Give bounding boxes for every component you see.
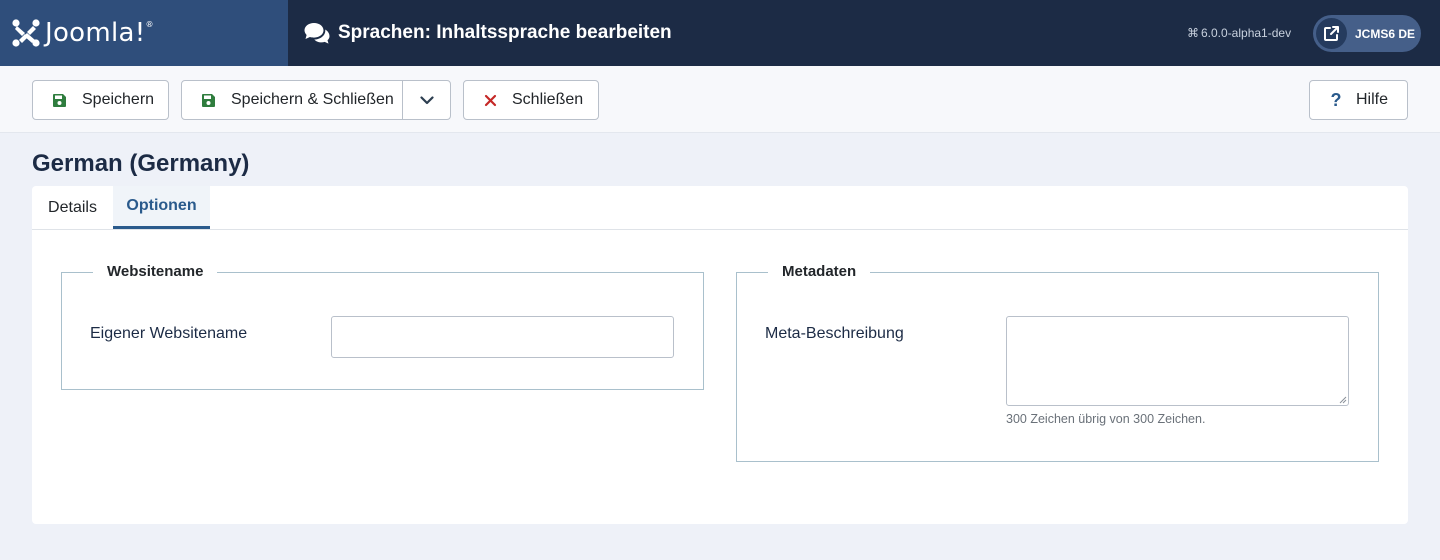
meta-description-label: Meta-Beschreibung [765, 325, 904, 342]
resize-handle-icon[interactable] [1339, 396, 1347, 404]
save-icon [52, 93, 67, 108]
close-label: Schließen [512, 91, 584, 108]
close-icon [484, 94, 497, 107]
save-options-dropdown-button[interactable] [402, 80, 451, 120]
save-label: Speichern [82, 91, 155, 108]
page-heading: Sprachen: Inhaltssprache bearbeiten [304, 0, 672, 66]
page-title: Sprachen: Inhaltssprache bearbeiten [338, 22, 672, 43]
question-icon: ? [1330, 89, 1342, 110]
version-text: 6.0.0-alpha1-dev [1201, 26, 1292, 40]
tab-bar: Details Optionen [32, 186, 1408, 230]
version-info: ⌘ 6.0.0-alpha1-dev [1187, 26, 1291, 40]
edit-form-card: Details Optionen Websitename Eigener Web… [32, 186, 1408, 524]
fieldset-site-name: Websitename Eigener Websitename [61, 263, 704, 390]
joomla-logo-icon [12, 19, 40, 47]
record-title: German (Germany) [32, 150, 250, 177]
save-and-close-label: Speichern & Schließen [231, 91, 394, 108]
fieldset-metadata: Metadaten Meta-Beschreibung 300 Zeichen … [736, 263, 1379, 462]
trademark-mark: ® [145, 20, 154, 29]
view-site-button[interactable]: JCMS6 DE [1313, 15, 1421, 52]
external-link-icon [1316, 18, 1347, 49]
help-button[interactable]: ? Hilfe [1309, 80, 1408, 120]
toolbar: Speichern Speichern & Schließen Schließe… [0, 66, 1440, 133]
save-icon [201, 93, 216, 108]
chevron-down-icon [419, 95, 434, 105]
logo-text: Joomla!® [45, 18, 154, 48]
save-and-close-button[interactable]: Speichern & Schließen [181, 80, 403, 120]
brand-area[interactable]: Joomla!® [0, 0, 288, 66]
tab-details[interactable]: Details [32, 186, 113, 229]
header-bar: Joomla!® Sprachen: Inhaltssprache bearbe… [0, 0, 1440, 66]
custom-site-name-label: Eigener Websitename [90, 325, 248, 342]
site-name-label: JCMS6 DE [1355, 26, 1416, 41]
help-label: Hilfe [1356, 91, 1389, 108]
fieldset-metadata-legend: Metadaten [768, 263, 871, 281]
custom-site-name-input[interactable] [331, 316, 674, 358]
comments-icon [304, 23, 330, 44]
meta-description-char-counter: 300 Zeichen übrig von 300 Zeichen. [1006, 412, 1206, 426]
tab-options[interactable]: Optionen [113, 186, 210, 229]
save-button[interactable]: Speichern [32, 80, 169, 120]
fieldset-site-name-legend: Websitename [93, 263, 218, 281]
joomla-command-icon: ⌘ [1187, 26, 1199, 40]
meta-description-textarea[interactable] [1006, 316, 1349, 406]
close-button[interactable]: Schließen [463, 80, 599, 120]
